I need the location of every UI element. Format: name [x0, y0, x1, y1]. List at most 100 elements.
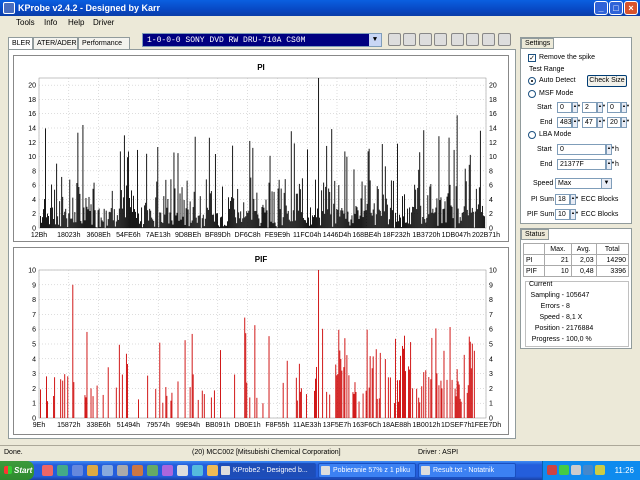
- volume-icon[interactable]: [595, 465, 605, 475]
- bar: [209, 193, 211, 228]
- auto-detect-radio[interactable]: [528, 77, 536, 85]
- msf-end-min[interactable]: 483: [557, 117, 572, 128]
- tab-performance[interactable]: Performance: [78, 37, 130, 49]
- bar: [261, 207, 263, 228]
- browser-icon[interactable]: [42, 465, 53, 476]
- quicklaunch-icon[interactable]: [177, 465, 188, 476]
- save-icon[interactable]: [451, 33, 464, 46]
- clipboard-icon[interactable]: [466, 33, 479, 46]
- pif-sum-input[interactable]: 10: [555, 209, 570, 220]
- bar: [148, 220, 150, 228]
- ie-icon[interactable]: [72, 465, 83, 476]
- tray-icon[interactable]: [583, 465, 593, 475]
- close-button[interactable]: ×: [624, 1, 638, 15]
- bar: [268, 336, 270, 418]
- menu-tools[interactable]: Tools: [16, 18, 35, 27]
- lba-mode-radio[interactable]: [528, 131, 536, 139]
- spin-arrows-icon[interactable]: ▲▼: [597, 117, 606, 128]
- bar: [423, 130, 425, 228]
- explorer-icon[interactable]: [57, 465, 68, 476]
- bar: [174, 188, 176, 228]
- bar: [372, 356, 374, 418]
- spin-arrows-icon[interactable]: ▲▼: [606, 144, 615, 155]
- tray-icon[interactable]: [547, 465, 557, 475]
- spin-arrows-icon[interactable]: ▲▼: [621, 102, 630, 113]
- tray-close-icon[interactable]: [434, 33, 447, 46]
- quicklaunch-icon[interactable]: [102, 465, 113, 476]
- remove-spike-checkbox[interactable]: ✓: [528, 54, 536, 62]
- bar: [275, 226, 277, 228]
- check-size-button[interactable]: Check Size: [587, 75, 627, 87]
- quicklaunch-icon[interactable]: [207, 465, 218, 476]
- settings-icon[interactable]: [482, 33, 495, 46]
- chevron-down-icon[interactable]: ▼: [369, 34, 381, 46]
- bar: [453, 149, 455, 228]
- quicklaunch-icon[interactable]: [147, 465, 158, 476]
- lba-start-label: Start: [537, 146, 552, 153]
- tab-ater-ader[interactable]: ATER/ADER: [33, 37, 78, 49]
- pif-chart-svg: 0 01 12 23 34 45 56 67 78 89 910 109Eh 15872h 338E6h 5…: [28, 255, 501, 429]
- tray-icon[interactable]: [571, 465, 581, 475]
- bar: [62, 380, 64, 418]
- info-icon[interactable]: [498, 33, 511, 46]
- menu-info[interactable]: Info: [44, 18, 57, 27]
- msf-start-frame[interactable]: 0: [607, 102, 621, 113]
- task-notepad[interactable]: Result.txt - Notatnik: [418, 463, 516, 478]
- lba-end-input[interactable]: 21377F: [557, 159, 606, 170]
- task-label: Pobieranie 57% z 1 pliku: [333, 467, 411, 474]
- bar: [238, 212, 240, 228]
- bar: [402, 196, 403, 228]
- current-row: Progress -100,0 %: [526, 336, 626, 346]
- bar: [296, 400, 298, 418]
- msf-mode-radio[interactable]: [528, 90, 536, 98]
- bar: [470, 368, 472, 418]
- y-tick-label-right: 4: [489, 356, 493, 363]
- chevron-down-icon[interactable]: ▼: [601, 178, 612, 189]
- eject-icon[interactable]: [419, 33, 432, 46]
- task-download[interactable]: Pobieranie 57% z 1 pliku: [318, 463, 416, 478]
- bar: [377, 189, 379, 228]
- spin-arrows-icon[interactable]: ▲▼: [570, 194, 579, 205]
- speed-label: Speed: [533, 180, 554, 187]
- start-button[interactable]: Start: [0, 461, 34, 480]
- msf-start-min[interactable]: 0: [557, 102, 572, 113]
- quicklaunch-icon[interactable]: [117, 465, 128, 476]
- menu-driver[interactable]: Driver: [93, 18, 114, 27]
- lba-start-input[interactable]: 0: [557, 144, 606, 155]
- quicklaunch-icon[interactable]: [132, 465, 143, 476]
- spin-arrows-icon[interactable]: ▲▼: [621, 117, 630, 128]
- bar: [404, 335, 405, 418]
- spin-arrows-icon[interactable]: ▲▼: [570, 209, 579, 220]
- bar: [471, 207, 473, 228]
- spin-arrows-icon[interactable]: ▲▼: [606, 159, 615, 170]
- bar: [303, 219, 305, 228]
- start-test-icon[interactable]: [388, 33, 401, 46]
- msf-start-sec[interactable]: 2: [582, 102, 597, 113]
- quicklaunch-icon[interactable]: [162, 465, 173, 476]
- menu-help[interactable]: Help: [68, 18, 84, 27]
- quicklaunch-icon[interactable]: [192, 465, 203, 476]
- task-kprobe[interactable]: KProbe2 - Designed b...: [218, 463, 316, 478]
- tray-icon[interactable]: [559, 465, 569, 475]
- spin-arrows-icon[interactable]: ▲▼: [572, 117, 581, 128]
- driver-info: Driver : ASPI: [418, 449, 459, 456]
- msf-end-frame[interactable]: 20: [607, 117, 621, 128]
- drive-select[interactable]: 1-0-0-0 SONY DVD RW DRU-710A CS0M ▼: [142, 33, 382, 47]
- x-tick-label: 338E6h: [87, 422, 111, 429]
- x-tick-label: 1B3720h: [412, 232, 440, 239]
- spin-arrows-icon[interactable]: ▲▼: [572, 102, 581, 113]
- current-value: 100,0 %: [566, 336, 592, 343]
- stop-icon[interactable]: [403, 33, 416, 46]
- spin-arrows-icon[interactable]: ▲▼: [597, 102, 606, 113]
- bar: [77, 132, 79, 228]
- msf-end-sec[interactable]: 47: [582, 117, 597, 128]
- minimize-button[interactable]: _: [594, 1, 608, 15]
- bar: [335, 223, 337, 228]
- bar: [368, 387, 370, 418]
- bar: [194, 136, 196, 228]
- pi-sum-input[interactable]: 18: [555, 194, 570, 205]
- show-desktop-icon[interactable]: [87, 465, 98, 476]
- maximize-button[interactable]: □: [609, 1, 623, 15]
- bar: [90, 388, 92, 418]
- bar: [355, 392, 357, 418]
